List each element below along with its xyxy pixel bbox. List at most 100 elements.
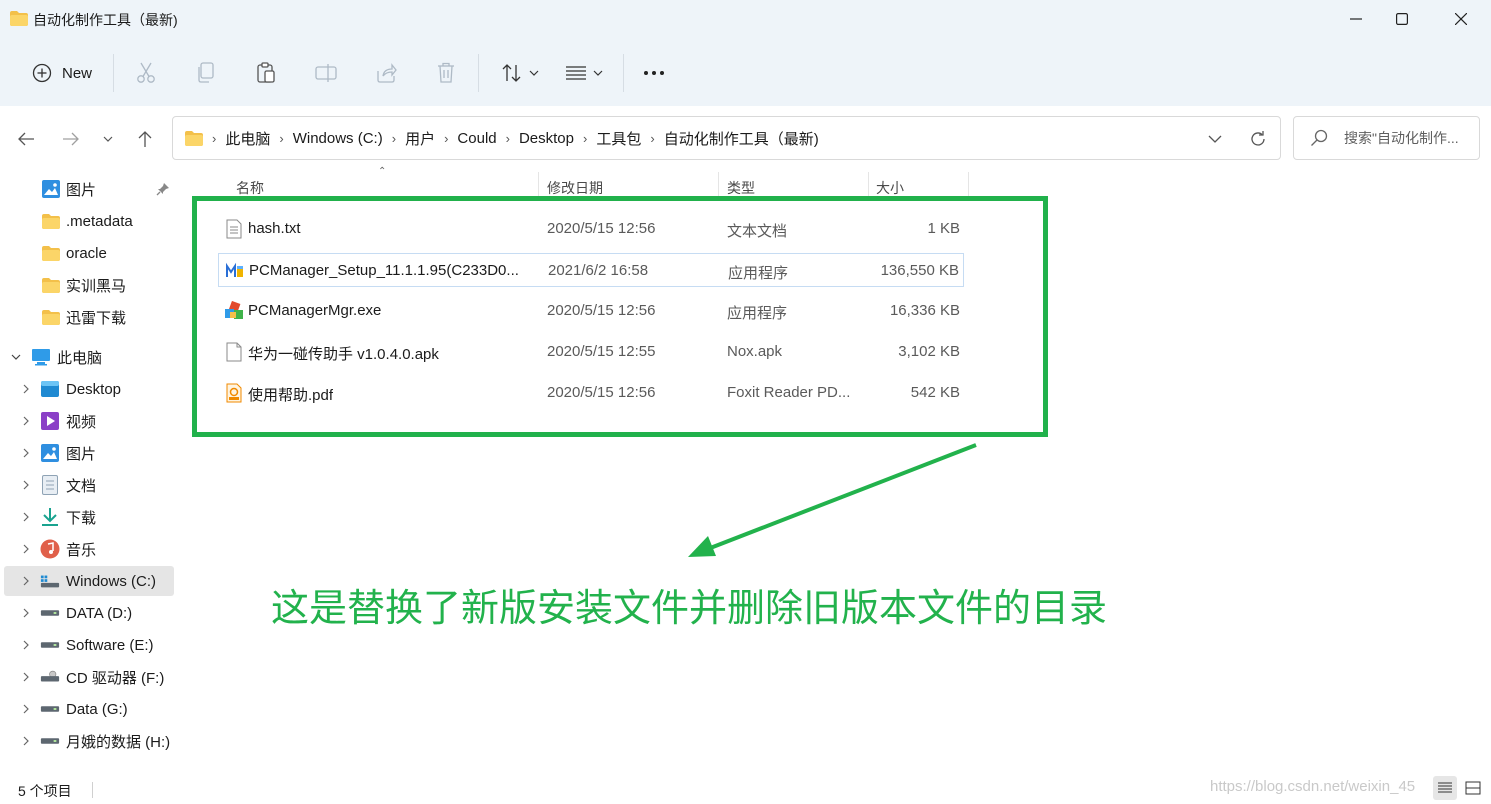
breadcrumb-separator-icon: › (279, 130, 284, 146)
chevron-right-icon[interactable] (20, 511, 32, 523)
pc-icon (31, 347, 51, 367)
sidebar-item-this-pc[interactable]: 此电脑 (0, 342, 176, 372)
chevron-down-icon (529, 70, 539, 76)
chevron-down-icon (103, 136, 113, 142)
chevron-right-icon[interactable] (20, 607, 32, 619)
chevron-right-icon[interactable] (20, 543, 32, 555)
address-history-button[interactable] (1204, 129, 1226, 149)
new-button[interactable]: New (24, 56, 100, 90)
sidebar-item-label: Data (G:) (66, 700, 128, 718)
folder-icon (41, 211, 61, 231)
paste-button[interactable] (254, 56, 278, 90)
sidebar-item-shixun-heima[interactable]: 实训黑马 (0, 270, 176, 300)
toolbar-divider (478, 54, 479, 92)
breadcrumb: › 此电脑 › Windows (C:) › 用户 › Could › Desk… (209, 128, 825, 149)
window-title: 自动化制作工具（最新) (33, 12, 178, 28)
chevron-down-icon (1208, 135, 1222, 143)
sidebar-item-label: 音乐 (66, 541, 97, 559)
copy-button[interactable] (194, 56, 218, 90)
sort-button[interactable] (498, 56, 542, 90)
chevron-right-icon[interactable] (20, 639, 32, 651)
sidebar-item-label: 下载 (66, 509, 97, 527)
chevron-right-icon[interactable] (20, 703, 32, 715)
downloads-icon (40, 507, 60, 527)
sidebar-item-xunlei-downloads[interactable]: 迅雷下载 (0, 302, 176, 332)
breadcrumb-separator-icon: › (444, 130, 449, 146)
sidebar-item-pictures[interactable]: 图片 (0, 438, 176, 468)
sidebar-item-music[interactable]: 音乐 (0, 534, 176, 564)
breadcrumb-user[interactable]: Could (451, 130, 502, 147)
videos-icon (40, 411, 60, 431)
refresh-button[interactable] (1246, 127, 1270, 151)
close-button[interactable] (1438, 0, 1484, 38)
pictures-icon (41, 179, 61, 199)
chevron-right-icon[interactable] (20, 479, 32, 491)
chevron-right-icon[interactable] (20, 671, 32, 683)
chevron-down-icon[interactable] (10, 351, 22, 363)
title-bar: 自动化制作工具（最新) (0, 0, 1491, 40)
search-input[interactable]: 搜索"自动化制作... (1293, 116, 1480, 160)
copy-icon (198, 62, 214, 83)
breadcrumb-toolkit[interactable]: 工具包 (590, 128, 647, 149)
chevron-right-icon[interactable] (20, 383, 32, 395)
sidebar-item-data-d[interactable]: DATA (D:) (0, 598, 176, 628)
windows-drive-icon (40, 571, 60, 591)
breadcrumb-this-pc[interactable]: 此电脑 (219, 128, 276, 149)
minimize-button[interactable] (1333, 0, 1379, 38)
back-button[interactable] (10, 123, 42, 155)
sidebar-item-windows-c[interactable]: Windows (C:) (4, 566, 174, 596)
sidebar-item-videos[interactable]: 视频 (0, 406, 176, 436)
chevron-right-icon[interactable] (20, 447, 32, 459)
sidebar-item-desktop[interactable]: Desktop (0, 374, 176, 404)
chevron-right-icon[interactable] (20, 415, 32, 427)
recent-locations-button[interactable] (94, 123, 122, 155)
up-button[interactable] (129, 123, 161, 155)
sidebar-item-data-g[interactable]: Data (G:) (0, 694, 176, 724)
sidebar-item-metadata[interactable]: .metadata (0, 206, 176, 236)
delete-button[interactable] (434, 56, 458, 90)
view-button[interactable] (562, 56, 606, 90)
sidebar-item-label: Software (E:) (66, 636, 154, 654)
breadcrumb-separator-icon: › (391, 130, 397, 146)
chevron-right-icon[interactable] (20, 575, 32, 587)
sidebar-item-label: 图片 (66, 445, 97, 463)
sidebar-item-documents[interactable]: 文档 (0, 470, 176, 500)
music-icon (40, 539, 60, 559)
sidebar-item-software-e[interactable]: Software (E:) (0, 630, 176, 660)
folder-icon (41, 307, 61, 327)
rename-button[interactable] (314, 56, 338, 90)
breadcrumb-desktop[interactable]: Desktop (513, 130, 580, 147)
more-options-button[interactable] (640, 56, 668, 90)
details-view-icon (1438, 782, 1452, 793)
paste-icon (257, 62, 275, 83)
address-bar[interactable]: › 此电脑 › Windows (C:) › 用户 › Could › Desk… (172, 116, 1281, 160)
breadcrumb-drive-c[interactable]: Windows (C:) (287, 130, 389, 147)
share-button[interactable] (374, 56, 398, 90)
sidebar-item-label: 文档 (66, 477, 97, 495)
breadcrumb-current-folder[interactable]: 自动化制作工具（最新) (658, 128, 825, 149)
drive-icon (40, 635, 60, 655)
sidebar-item-oracle[interactable]: oracle (0, 238, 176, 268)
maximize-button[interactable] (1379, 0, 1425, 38)
sidebar-item-downloads[interactable]: 下载 (0, 502, 176, 532)
sort-ascending-icon: ⌃ (378, 166, 387, 177)
large-icons-view-button[interactable] (1461, 776, 1485, 800)
pin-icon[interactable] (156, 182, 170, 196)
arrow-left-icon (18, 132, 34, 146)
close-icon (1455, 13, 1467, 25)
sidebar-item-pictures-quick[interactable]: 图片 (0, 174, 176, 204)
chevron-right-icon[interactable] (20, 735, 32, 747)
drive-icon (40, 731, 60, 751)
column-header-label: 修改日期 (547, 180, 603, 196)
sidebar-item-yuee-data-h[interactable]: 月娥的数据 (H:) (0, 726, 176, 756)
forward-button[interactable] (55, 123, 87, 155)
documents-icon (40, 475, 60, 495)
search-placeholder: 搜索"自动化制作... (1344, 130, 1459, 146)
details-view-button[interactable] (1433, 776, 1457, 800)
breadcrumb-users[interactable]: 用户 (399, 128, 441, 149)
cut-button[interactable] (134, 56, 158, 90)
toolbar-divider (113, 54, 114, 92)
sidebar-item-label: 月娥的数据 (H:) (66, 733, 171, 751)
sidebar-item-cd-drive-f[interactable]: CD 驱动器 (F:) (0, 662, 176, 692)
toolbar-divider (623, 54, 624, 92)
